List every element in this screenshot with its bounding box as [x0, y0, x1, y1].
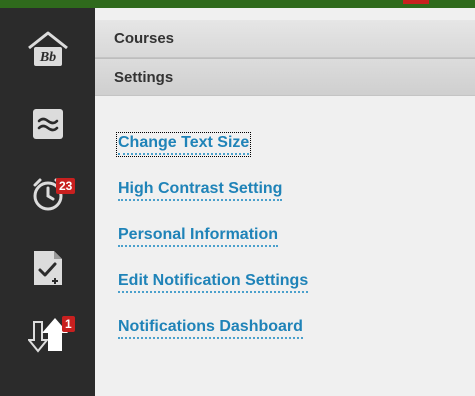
section-header-label: Settings — [114, 69, 174, 86]
sidebar-item-notifications[interactable]: 1 — [0, 304, 95, 364]
sidebar-item-activity-stream[interactable] — [0, 94, 95, 154]
edit-notification-settings-link[interactable]: Edit Notification Settings — [118, 272, 309, 293]
sidebar-item-home[interactable]: Bb — [0, 18, 95, 78]
bottom-strip — [0, 378, 475, 396]
section-header-courses[interactable]: Courses — [95, 20, 475, 58]
bottom-strip-dark — [0, 378, 95, 396]
notifications-dashboard-link[interactable]: Notifications Dashboard — [118, 318, 303, 339]
personal-information-link[interactable]: Personal Information — [118, 226, 279, 247]
settings-panel: Courses Settings Change Text Size High C… — [95, 8, 475, 378]
activity-stream-icon — [32, 109, 63, 139]
app-window: Bb 23 1 Courses Settings Change Text Siz… — [0, 0, 475, 396]
sidebar-item-grades[interactable] — [0, 238, 95, 298]
top-accent-strip — [0, 0, 475, 8]
grades-document-icon — [33, 251, 62, 285]
calendar-badge: 23 — [56, 178, 76, 194]
section-header-settings[interactable]: Settings — [95, 58, 475, 96]
sidebar-item-calendar-alerts[interactable]: 23 — [0, 164, 95, 224]
blackboard-home-icon: Bb — [27, 31, 68, 66]
change-text-size-link[interactable]: Change Text Size — [115, 132, 252, 157]
section-header-label: Courses — [114, 30, 175, 47]
sidebar: Bb 23 1 — [0, 8, 95, 378]
top-red-marker — [403, 0, 429, 4]
bb-logo-text: Bb — [38, 50, 55, 65]
high-contrast-setting-link[interactable]: High Contrast Setting — [118, 180, 283, 201]
notifications-badge: 1 — [62, 316, 75, 332]
